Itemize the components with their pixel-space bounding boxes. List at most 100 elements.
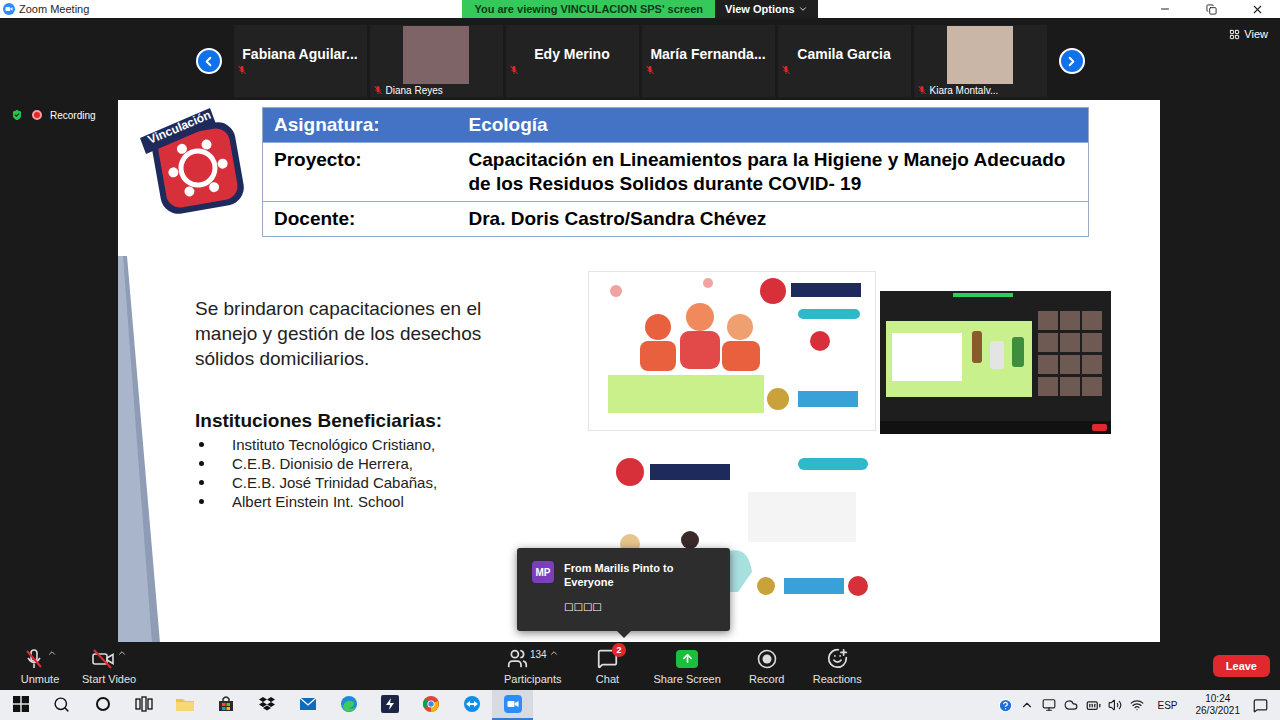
view-button[interactable]: View (1225, 26, 1272, 42)
participants-button[interactable]: 134Participants (500, 646, 565, 687)
app-icon (381, 695, 399, 713)
close-button[interactable] (1234, 0, 1280, 18)
clock[interactable]: 10:2426/3/2021 (1190, 693, 1247, 717)
cloud-icon[interactable] (1064, 698, 1078, 712)
taskbar-app[interactable] (164, 690, 205, 720)
zoom-logo-icon (3, 3, 15, 15)
taskbar-app[interactable] (369, 690, 410, 720)
share-banner: You are viewing VINCULACION SPS' screenV… (462, 0, 817, 18)
participant-label (509, 64, 636, 76)
tray-item[interactable] (1041, 698, 1057, 712)
monitor-icon[interactable] (1042, 698, 1056, 712)
participant-carousel: Fabiana Aguilar... Diana Reyes Edy MerinoM… (196, 18, 1085, 97)
taskbar-app[interactable] (451, 690, 492, 720)
battery-icon[interactable] (1086, 698, 1101, 713)
tray-item[interactable] (997, 698, 1013, 713)
system-tray: ESP 10:2426/3/2021 (997, 690, 1280, 720)
chevron-down-icon (798, 4, 808, 14)
chat-sender: From Marilis Pinto to Everyone (564, 561, 718, 589)
next-page-button[interactable] (1059, 48, 1085, 74)
participant-tile[interactable]: Camila Garcia (778, 25, 911, 97)
taskbar-app[interactable] (82, 690, 123, 720)
course-table-row: Proyecto:Capacitación en Lineamientos pa… (263, 143, 1089, 202)
taskbar-app[interactable] (287, 690, 328, 720)
course-table-label: Docente: (263, 202, 469, 237)
search-icon (53, 696, 70, 713)
taskbar-app[interactable] (0, 690, 41, 720)
taskbar-app[interactable] (205, 690, 246, 720)
participant-count: 134 (530, 648, 547, 660)
chat-button[interactable]: 2Chat (579, 646, 635, 687)
beneficiary-item: C.E.B. José Trinidad Cabañas, (195, 473, 568, 492)
wifi-icon[interactable] (1130, 698, 1144, 712)
share-button[interactable]: Share Screen (649, 646, 724, 687)
participant-video (947, 26, 1013, 84)
notifications-button[interactable] (1252, 698, 1268, 713)
chat-notification[interactable]: MP From Marilis Pinto to Everyone□□□□ (517, 548, 730, 631)
participant-label (237, 64, 364, 76)
meeting-screenshot-frame (880, 291, 1111, 434)
language-indicator[interactable]: ESP (1151, 700, 1183, 711)
taskbar-app[interactable] (123, 690, 164, 720)
taskbar-app[interactable] (41, 690, 82, 720)
window-controls (818, 0, 1280, 18)
window-title: Zoom Meeting (19, 3, 89, 15)
tray-item[interactable] (1019, 698, 1035, 712)
chevron-up-icon[interactable] (1020, 698, 1034, 712)
tool-icon-row: 2 (597, 648, 618, 670)
clock-date: 26/3/2021 (1196, 705, 1241, 717)
participant-tile[interactable]: María Fernanda... (642, 25, 775, 97)
meeting-toolbar: UnmuteStart Video134Participants2ChatSha… (0, 642, 1280, 690)
leave-button[interactable]: Leave (1213, 655, 1270, 677)
clock-time: 10:24 (1205, 693, 1230, 705)
muted-mic-icon (781, 65, 791, 75)
restore-icon (1206, 4, 1217, 15)
participant-tile[interactable]: Diana Reyes (370, 25, 503, 97)
record-icon (756, 648, 778, 670)
tool-icon-row (756, 648, 778, 670)
restore-button[interactable] (1188, 0, 1234, 18)
tray-item[interactable] (1085, 698, 1101, 713)
volume-icon[interactable] (1108, 698, 1122, 712)
participant-tile[interactable]: Edy Merino (506, 25, 639, 97)
options-caret-icon[interactable] (549, 648, 559, 658)
edge-icon (340, 695, 358, 713)
options-caret-icon[interactable] (47, 648, 57, 658)
unmute-button[interactable]: Unmute (12, 646, 68, 687)
muted-mic-icon (237, 65, 247, 75)
chat-notification-pointer (617, 631, 631, 638)
taskbar-app[interactable] (410, 690, 451, 720)
toolbar-center: 134Participants 2Chat Share Screen Record Re… (500, 646, 866, 687)
record-button[interactable]: Record (739, 646, 795, 687)
taskbar-app[interactable] (492, 690, 533, 720)
toolbar-left: UnmuteStart Video (0, 646, 500, 687)
options-caret-icon[interactable] (117, 648, 127, 658)
view-options-button[interactable]: View Options (715, 0, 817, 18)
tray-item[interactable] (1129, 698, 1145, 712)
chat-avatar: MP (532, 561, 554, 583)
beneficiary-item: Albert Einstein Int. School (195, 492, 568, 511)
previous-page-button[interactable] (196, 48, 222, 74)
chrome-icon (422, 695, 440, 713)
taskbar-app[interactable] (246, 690, 287, 720)
minimize-icon (1159, 3, 1171, 15)
chat-notification-body: From Marilis Pinto to Everyone□□□□ (564, 561, 718, 621)
participant-tile[interactable]: Fabiana Aguilar... (234, 25, 367, 97)
chat-badge: 2 (612, 643, 626, 657)
tool-icon-row: 134 (507, 648, 559, 670)
help-icon[interactable] (998, 698, 1013, 713)
reactions-button[interactable]: Reactions (809, 646, 866, 687)
participant-label: Diana Reyes (373, 84, 500, 96)
beneficiaries-title: Instituciones Beneficiarias: (195, 409, 568, 433)
security-shield-icon[interactable] (10, 108, 24, 122)
minimize-button[interactable] (1142, 0, 1188, 18)
course-table-value: Dra. Doris Castro/Sandra Chévez (469, 202, 1089, 237)
tray-item[interactable] (1063, 698, 1079, 712)
taskbar-app[interactable] (328, 690, 369, 720)
recording-dot-icon (32, 110, 42, 120)
tray-item[interactable] (1107, 698, 1123, 712)
title-area: Zoom Meeting (0, 3, 462, 15)
start-video-button[interactable]: Start Video (78, 646, 140, 687)
vinculacion-logo: Vinculación (140, 104, 244, 216)
participant-tile[interactable]: Kiara Montalv... (914, 25, 1047, 97)
